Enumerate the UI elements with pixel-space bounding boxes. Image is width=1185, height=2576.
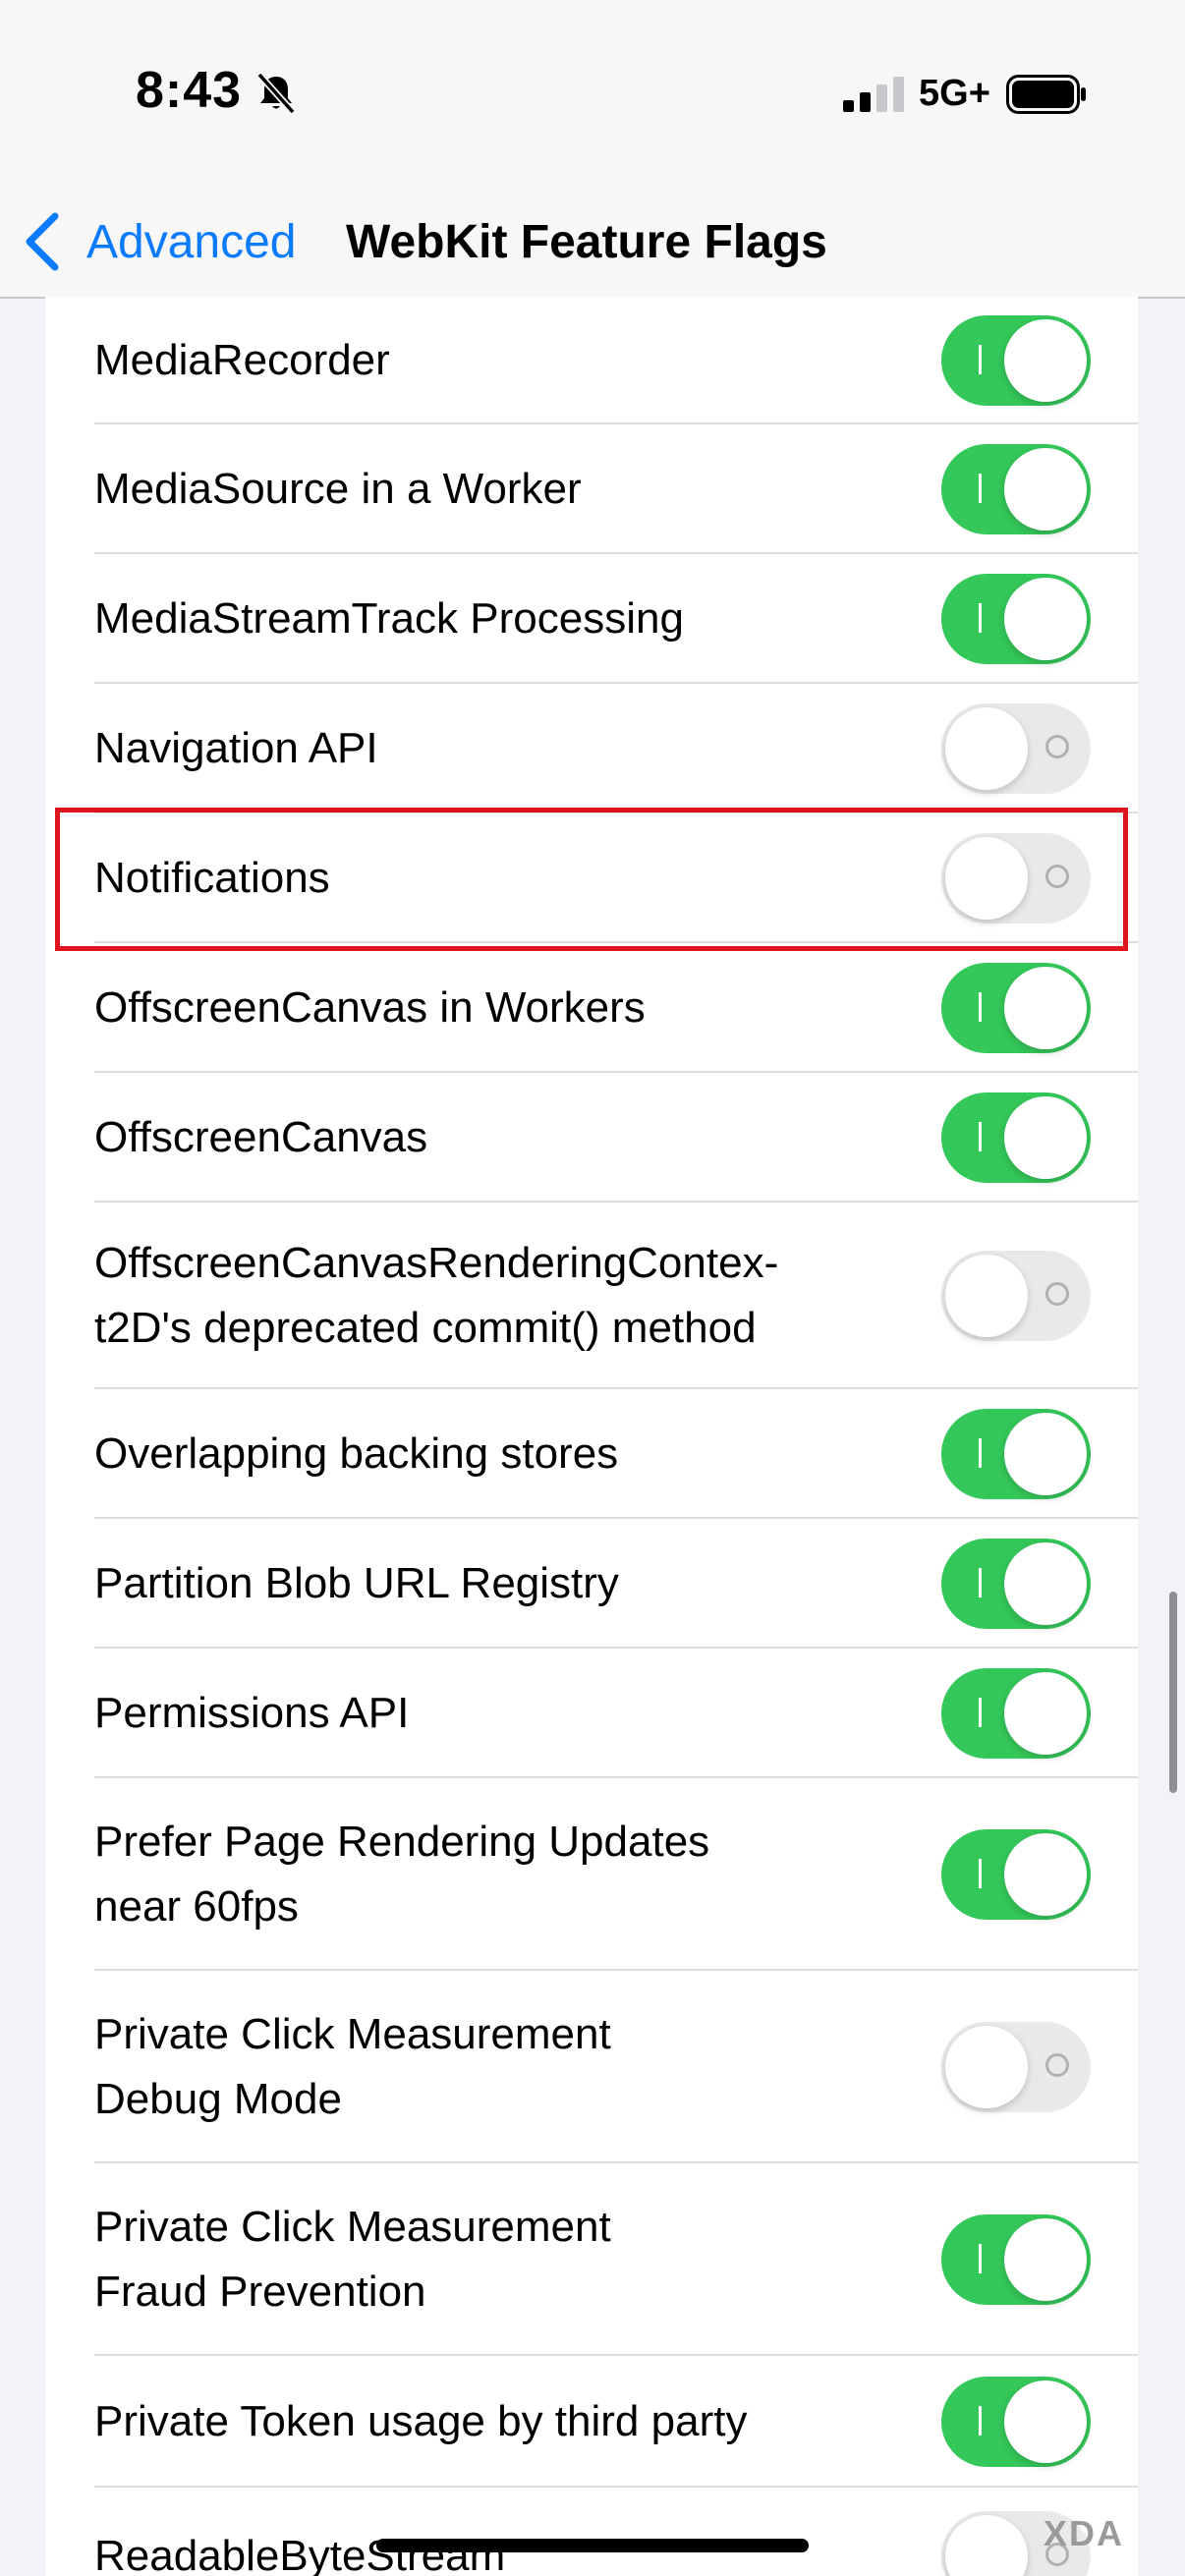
toggle-off-mark-icon [1045, 2053, 1069, 2077]
toggle-on-mark-icon [979, 1859, 982, 1888]
feature-flags-list: MediaRecorder MediaSource in a Worker Medi… [45, 297, 1138, 2576]
flag-toggle-switch[interactable] [941, 574, 1091, 664]
toggle-on-mark-icon [979, 1438, 982, 1468]
flag-row: Private Click Measurement Debug Mode [94, 1971, 1138, 2163]
flag-label: MediaStreamTrack Processing [94, 594, 684, 643]
scroll-indicator[interactable] [1169, 1592, 1177, 1793]
back-button[interactable]: Advanced [22, 200, 297, 283]
flag-toggle-switch[interactable] [941, 1409, 1091, 1499]
toggle-knob [1004, 319, 1087, 402]
toggle-knob [1004, 1096, 1087, 1179]
flag-toggle-switch[interactable] [941, 2022, 1091, 2112]
toggle-on-mark-icon [979, 2406, 982, 2436]
navigation-bar: Advanced WebKit Feature Flags [0, 187, 1185, 299]
back-button-label: Advanced [86, 215, 297, 268]
status-bar: 8:43 5G+ [0, 0, 1185, 187]
flag-toggle-switch[interactable] [941, 703, 1091, 794]
flag-row: MediaRecorder [94, 297, 1138, 424]
flag-toggle-switch[interactable] [941, 1092, 1091, 1183]
toggle-on-mark-icon [979, 1568, 982, 1597]
flag-row: OffscreenCanvas [94, 1073, 1138, 1203]
flag-label: MediaRecorder [94, 336, 390, 384]
flag-row: Partition Blob URL Registry [94, 1519, 1138, 1649]
flag-row: OffscreenCanvasRenderingContex- t2D's de… [94, 1203, 1138, 1389]
flag-toggle-switch[interactable] [941, 2214, 1091, 2305]
flag-row: ReadableByteStream [94, 2488, 1138, 2576]
toggle-knob [1004, 967, 1087, 1049]
toggle-on-mark-icon [979, 474, 982, 503]
notifications-highlight-box [55, 808, 1128, 951]
chevron-left-icon [26, 212, 59, 271]
flag-toggle-switch[interactable] [941, 444, 1091, 534]
flag-toggle-switch[interactable] [941, 1829, 1091, 1920]
flag-toggle-switch[interactable] [941, 1251, 1091, 1341]
flag-label: Permissions API [94, 1689, 410, 1737]
network-type: 5G+ [919, 73, 990, 114]
flag-row: Permissions API [94, 1649, 1138, 1778]
flag-row: MediaStreamTrack Processing [94, 554, 1138, 684]
cellular-signal-icon [843, 77, 904, 112]
toggle-on-mark-icon [979, 1122, 982, 1151]
flag-label: Private Click Measurement Fraud Preventi… [94, 2203, 611, 2316]
status-time: 8:43 [136, 62, 243, 119]
flag-row: Navigation API [94, 684, 1138, 813]
flag-toggle-switch[interactable] [941, 1668, 1091, 1759]
toggle-on-mark-icon [979, 2244, 982, 2273]
flag-label: MediaSource in a Worker [94, 465, 582, 513]
flag-row: MediaSource in a Worker [94, 424, 1138, 554]
page-title: WebKit Feature Flags [346, 215, 827, 268]
toggle-on-mark-icon [979, 603, 982, 633]
flag-toggle-switch[interactable] [941, 1539, 1091, 1629]
toggle-knob [1004, 1413, 1087, 1495]
toggle-knob [945, 707, 1028, 790]
toggle-knob [945, 2515, 1028, 2576]
toggle-knob [945, 2026, 1028, 2108]
flag-label: Navigation API [94, 724, 378, 772]
toggle-knob [1004, 2380, 1087, 2463]
flag-label: OffscreenCanvas [94, 1113, 428, 1161]
toggle-knob [1004, 1672, 1087, 1755]
toggle-knob [1004, 1833, 1087, 1916]
flag-label: Private Click Measurement Debug Mode [94, 2010, 611, 2123]
flag-label: Overlapping backing stores [94, 1429, 619, 1478]
flag-label: OffscreenCanvasRenderingContex- t2D's de… [94, 1239, 779, 1352]
toggle-on-mark-icon [979, 992, 982, 1022]
flag-toggle-switch[interactable] [941, 2377, 1091, 2467]
flag-row: Prefer Page Rendering Updates near 60fps [94, 1778, 1138, 1971]
toggle-on-mark-icon [979, 1698, 982, 1727]
toggle-off-mark-icon [1045, 1282, 1069, 1306]
battery-icon [1006, 75, 1086, 114]
flag-row: Private Click Measurement Fraud Preventi… [94, 2163, 1138, 2356]
flag-label: Partition Blob URL Registry [94, 1559, 619, 1607]
toggle-knob [1004, 448, 1087, 531]
toggle-knob [1004, 1542, 1087, 1625]
flag-toggle-switch[interactable] [941, 963, 1091, 1053]
toggle-knob [945, 1255, 1028, 1337]
toggle-off-mark-icon [1045, 735, 1069, 758]
flag-label: OffscreenCanvas in Workers [94, 983, 646, 1032]
flag-toggle-switch[interactable] [941, 315, 1091, 406]
flag-row: OffscreenCanvas in Workers [94, 943, 1138, 1073]
flag-label: Prefer Page Rendering Updates near 60fps [94, 1818, 710, 1931]
flag-label: Private Token usage by third party [94, 2397, 748, 2445]
flag-row: Overlapping backing stores [94, 1389, 1138, 1519]
toggle-on-mark-icon [979, 345, 982, 374]
home-indicator[interactable] [376, 2539, 809, 2552]
watermark-logo: XDA [1044, 2513, 1125, 2553]
toggle-knob [1004, 2218, 1087, 2301]
bell-slash-icon [256, 72, 296, 115]
flag-row: Private Token usage by third party [94, 2356, 1138, 2488]
toggle-knob [1004, 578, 1087, 660]
